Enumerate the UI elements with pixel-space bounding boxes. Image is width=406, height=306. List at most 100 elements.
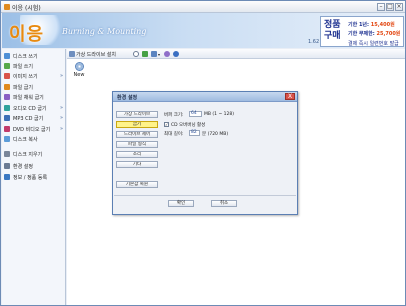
- sidebar-item-mp3-cd[interactable]: MP3 CD 굽기 »: [4, 114, 64, 122]
- close-button[interactable]: ×: [395, 3, 403, 11]
- overburn-checkbox[interactable]: ✓: [164, 122, 169, 127]
- disc-erase-icon: [4, 151, 10, 157]
- sidebar-item-label: DVD 비디오 굽기: [13, 126, 51, 133]
- dialog-divider: [114, 195, 296, 196]
- purchase-title: 정품 구매: [324, 20, 341, 41]
- image-write-icon: [4, 73, 10, 79]
- sidebar-item-label: 파일 쓰기: [13, 63, 33, 70]
- toolbar: 가상 드라이브 설치 ▾: [67, 49, 405, 59]
- sidebar-item-image-write[interactable]: 이미지 쓰기 »: [4, 72, 64, 80]
- help-button[interactable]: [173, 50, 180, 58]
- app-subtitle: Burning & Mounting: [62, 27, 147, 36]
- sidebar-item-label: 파일 채워 굽기: [13, 94, 44, 101]
- price-line-1: 기한 1년: 15,400원: [348, 21, 395, 28]
- sidebar-item-disc-copy[interactable]: 디스크 복사: [4, 135, 64, 143]
- ok-button[interactable]: 확인: [168, 200, 194, 207]
- sidebar-item-label: 디스크 쓰기: [13, 53, 38, 60]
- tab-file-format[interactable]: 파일 형식: [116, 141, 158, 148]
- price-line-2: 기한 무제한: 25,700원: [348, 30, 400, 37]
- app-icon: [4, 4, 10, 10]
- tab-burn[interactable]: 굽기: [116, 121, 158, 128]
- install-drive-button[interactable]: 가상 드라이브 설치: [69, 50, 116, 58]
- reset-defaults-button[interactable]: 기본값 복원: [116, 181, 158, 188]
- sidebar-item-file-write[interactable]: 파일 쓰기: [4, 62, 64, 70]
- add-icon: [142, 51, 148, 57]
- sidebar-item-disc-write[interactable]: 디스크 쓰기: [4, 52, 64, 60]
- file-fill-burn-icon: [4, 94, 10, 100]
- search-button[interactable]: [133, 50, 140, 58]
- settings-dialog: 환경 설정 X 가상 드라이브 굽기 드라이브 제어 파일 형식 소리 기타 기…: [112, 91, 298, 215]
- refresh-button[interactable]: [164, 50, 171, 58]
- header-banner: 이응 Burning & Mounting 1.62 정품 구매 기한 1년: …: [2, 13, 404, 48]
- sidebar-item-label: 디스크 지우기: [13, 151, 43, 158]
- view-button[interactable]: ▾: [151, 50, 160, 58]
- audio-cd-icon: [4, 105, 10, 111]
- buffer-size-label: 버퍼 크기:: [164, 113, 184, 118]
- drive-icon: [69, 51, 75, 57]
- refresh-icon: [164, 51, 170, 57]
- version-label: 1.62: [308, 39, 320, 45]
- mp3-cd-icon: [4, 115, 10, 121]
- price-1-label: 기한 1년:: [348, 22, 370, 28]
- purchase-box[interactable]: 정품 구매 기한 1년: 15,400원 기한 무제한: 25,700원 결제 …: [320, 16, 404, 47]
- search-icon: [133, 51, 139, 57]
- tab-drive-control[interactable]: 드라이브 제어: [116, 131, 158, 138]
- overburn-label: CD 오버버닝 활성: [171, 123, 206, 128]
- sidebar-item-file-burn[interactable]: 파일 굽기: [4, 83, 64, 91]
- sidebar-item-label: 환경 설정: [13, 163, 33, 170]
- tab-etc[interactable]: 기타: [116, 161, 158, 168]
- chevron-down-icon: ▾: [158, 51, 161, 57]
- minimize-button[interactable]: –: [377, 3, 385, 11]
- sidebar-item-label: MP3 CD 굽기: [13, 115, 44, 122]
- sidebar: 디스크 쓰기 파일 쓰기 이미지 쓰기 » 파일 굽기 파일 채워 굽기 오디오…: [2, 49, 66, 305]
- dialog-title-bar: 환경 설정 X: [113, 92, 297, 102]
- tab-virtual-drive[interactable]: 가상 드라이브: [116, 111, 158, 118]
- sidebar-item-info[interactable]: 정보 / 정품 등록: [4, 173, 64, 181]
- sidebar-item-audio-cd[interactable]: 오디오 CD 굽기 »: [4, 104, 64, 112]
- title-bar: 이응 (시험) – □ ×: [1, 1, 405, 13]
- max-length-unit: 분 (720 MB): [202, 132, 229, 137]
- app-logo: 이응: [9, 24, 45, 45]
- settings-icon: [4, 163, 10, 169]
- help-icon: [173, 51, 179, 57]
- sidebar-item-disc-erase[interactable]: 디스크 지우기: [4, 150, 64, 158]
- chevron-right-icon: »: [59, 73, 63, 79]
- sidebar-item-label: 정보 / 정품 등록: [13, 174, 48, 181]
- file-burn-icon: [4, 84, 10, 90]
- price-2-label: 기한 무제한:: [348, 31, 375, 37]
- file-write-icon: [4, 63, 10, 69]
- chevron-right-icon: »: [59, 115, 63, 121]
- sidebar-item-label: 디스크 복사: [13, 136, 38, 143]
- buffer-size-unit: MB (1 ~ 128): [204, 112, 234, 117]
- sidebar-item-settings[interactable]: 환경 설정: [4, 162, 64, 170]
- price-2-value: 25,700원: [376, 31, 401, 37]
- chevron-right-icon: »: [59, 105, 63, 111]
- add-button[interactable]: [142, 50, 149, 58]
- dialog-title: 환경 설정: [117, 95, 138, 101]
- chevron-right-icon: »: [59, 126, 63, 132]
- dialog-close-button[interactable]: X: [285, 93, 295, 100]
- disc-icon: [74, 62, 84, 71]
- disc-copy-icon: [4, 136, 10, 142]
- virtual-drive-item[interactable]: New: [71, 62, 87, 78]
- price-note: 결제 즉시 일련번호 발급: [348, 41, 399, 47]
- sidebar-item-label: 파일 굽기: [13, 84, 33, 91]
- app-window: 이응 (시험) – □ × 이응 Burning & Mounting 1.62…: [0, 0, 406, 306]
- info-icon: [4, 174, 10, 180]
- cancel-button[interactable]: 취소: [211, 200, 237, 207]
- sidebar-item-dvd-video[interactable]: DVD 비디오 굽기 »: [4, 125, 64, 133]
- max-length-label: 최대 길이:: [164, 132, 184, 137]
- sidebar-item-label: 이미지 쓰기: [13, 73, 38, 80]
- drive-label: New: [73, 72, 85, 78]
- window-title: 이응 (시험): [12, 5, 41, 12]
- buffer-size-field[interactable]: 64: [189, 111, 202, 117]
- dvd-video-icon: [4, 126, 10, 132]
- price-1-value: 15,400원: [370, 22, 395, 28]
- sidebar-item-label: 오디오 CD 굽기: [13, 105, 47, 112]
- maximize-button[interactable]: □: [386, 3, 394, 11]
- view-icon: [151, 51, 157, 57]
- disc-write-icon: [4, 53, 10, 59]
- sidebar-item-file-fill-burn[interactable]: 파일 채워 굽기: [4, 93, 64, 101]
- max-length-field[interactable]: 82: [189, 130, 200, 136]
- tab-sound[interactable]: 소리: [116, 151, 158, 158]
